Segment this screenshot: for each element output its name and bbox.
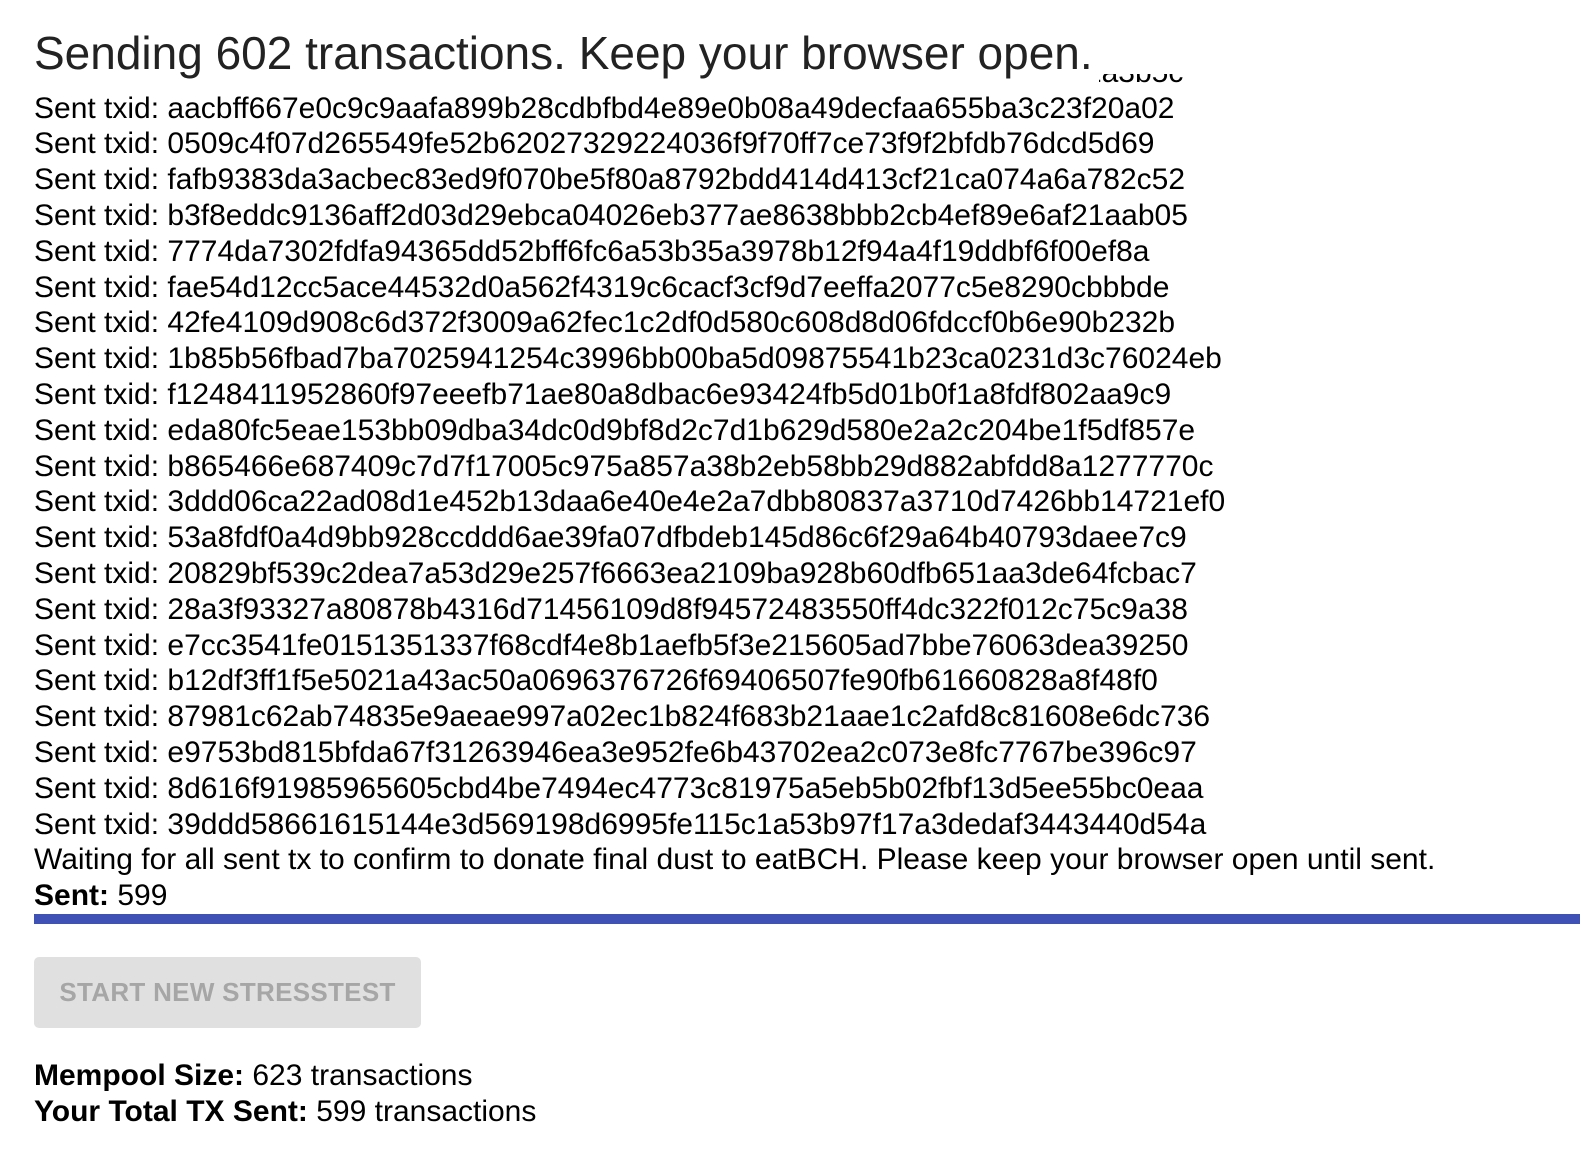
txid-value: fae54d12cc5ace44532d0a562f4319c6cacf3cf9…: [167, 270, 1170, 304]
txid-line: Sent txid: b3f8eddc9136aff2d03d29ebca040…: [34, 198, 1435, 234]
txid-value: 8d616f91985965605cbd4be7494ec4773c81975a…: [167, 771, 1204, 805]
txid-prefix: Sent txid:: [34, 628, 168, 662]
txid-prefix: Sent txid:: [34, 378, 168, 412]
txid-prefix: Sent txid:: [34, 700, 168, 734]
total-tx-sent-value: 599 transactions: [316, 1095, 537, 1128]
transaction-log-content: Sent txid: 2d1bc3e8f04a9b6c7e5d1f0a3b8c2…: [34, 74, 1435, 914]
mempool-size-label: Mempool Size:: [34, 1059, 245, 1092]
txid-prefix: Sent txid:: [34, 163, 168, 197]
txid-line: Sent txid: 8d616f91985965605cbd4be7494ec…: [34, 771, 1435, 807]
txid-value: e7cc3541fe0151351337f68cdf4e8b1aefb5f3e2…: [167, 628, 1189, 662]
progress-bar-fill: [34, 914, 1580, 924]
txid-prefix: Sent txid:: [34, 485, 168, 519]
txid-value: 1b85b56fbad7ba7025941254c3996bb00ba5d098…: [167, 342, 1222, 376]
txid-line: Sent txid: b12df3ff1f5e5021a43ac50a06963…: [34, 663, 1435, 699]
txid-line: Sent txid: 1b85b56fbad7ba7025941254c3996…: [34, 341, 1435, 377]
txid-value: f1248411952860f97eeefb71ae80a8dbac6e9342…: [167, 378, 1172, 412]
txid-value: 53a8fdf0a4d9bb928ccddd6ae39fa07dfbdeb145…: [167, 521, 1187, 555]
txid-prefix: Sent txid:: [34, 592, 168, 626]
page-title: Sending 602 transactions. Keep your brow…: [34, 22, 1099, 84]
stats-panel: Mempool Size: 623 transactions Your Tota…: [34, 1058, 536, 1130]
txid-line: Sent txid: aacbff667e0c9c9aafa899b28cdbf…: [34, 91, 1435, 127]
txid-line: Sent txid: 28a3f93327a80878b4316d7145610…: [34, 592, 1435, 628]
txid-prefix: Sent txid:: [34, 771, 168, 805]
sent-count: Sent: 599: [34, 878, 1435, 914]
txid-prefix: Sent txid:: [34, 557, 168, 591]
txid-value: 7774da7302fdfa94365dd52bff6fc6a53b35a397…: [167, 234, 1150, 268]
txid-line: Sent txid: eda80fc5eae153bb09dba34dc0d9b…: [34, 413, 1435, 449]
txid-value: 0509c4f07d265549fe52b62027329224036f9f70…: [167, 127, 1155, 161]
txid-value: aacbff667e0c9c9aafa899b28cdbfbd4e89e0b08…: [167, 91, 1175, 125]
txid-value: b3f8eddc9136aff2d03d29ebca04026eb377ae86…: [167, 199, 1188, 233]
waiting-message: Waiting for all sent tx to confirm to do…: [34, 843, 1436, 877]
txid-line: Sent txid: fae54d12cc5ace44532d0a562f431…: [34, 270, 1435, 306]
txid-line: Sent txid: 87981c62ab74835e9aeae997a02ec…: [34, 699, 1435, 735]
txid-value: 20829bf539c2dea7a53d29e257f6663ea2109ba9…: [167, 557, 1197, 591]
txid-value: b865466e687409c7d7f17005c975a857a38b2eb5…: [167, 449, 1214, 483]
txid-line: Sent txid: 20829bf539c2dea7a53d29e257f66…: [34, 556, 1435, 592]
txid-line: Sent txid: 0509c4f07d265549fe52b62027329…: [34, 126, 1435, 162]
txid-prefix: Sent txid:: [34, 449, 168, 483]
mempool-size-row: Mempool Size: 623 transactions: [34, 1058, 536, 1094]
txid-list: Sent txid: 2d1bc3e8f04a9b6c7e5d1f0a3b8c2…: [34, 74, 1435, 842]
txid-value: 39ddd58661615144e3d569198d6995fe115c1a53…: [167, 807, 1207, 841]
txid-value: fafb9383da3acbec83ed9f070be5f80a8792bdd4…: [167, 163, 1186, 197]
transaction-log: Sent txid: 2d1bc3e8f04a9b6c7e5d1f0a3b8c2…: [0, 74, 1580, 914]
txid-value: 3ddd06ca22ad08d1e452b13daa6e40e4e2a7dbb8…: [167, 485, 1226, 519]
txid-prefix: Sent txid:: [34, 521, 168, 555]
txid-prefix: Sent txid:: [34, 91, 168, 125]
txid-line: Sent txid: f1248411952860f97eeefb71ae80a…: [34, 377, 1435, 413]
txid-line: Sent txid: e9753bd815bfda67f31263946ea3e…: [34, 735, 1435, 771]
stresstest-page: Sending 602 transactions. Keep your brow…: [0, 0, 1580, 1152]
txid-value: eda80fc5eae153bb09dba34dc0d9bf8d2c7d1b62…: [167, 413, 1196, 447]
sent-value: 599: [117, 879, 168, 913]
txid-prefix: Sent txid:: [34, 736, 168, 770]
txid-prefix: Sent txid:: [34, 664, 168, 698]
start-new-stresstest-button[interactable]: START NEW STRESSTEST: [34, 957, 421, 1028]
total-tx-sent-row: Your Total TX Sent: 599 transactions: [34, 1094, 536, 1130]
txid-prefix: Sent txid:: [34, 306, 168, 340]
txid-line: Sent txid: 7774da7302fdfa94365dd52bff6fc…: [34, 234, 1435, 270]
txid-prefix: Sent txid:: [34, 807, 168, 841]
txid-prefix: Sent txid:: [34, 234, 168, 268]
txid-prefix: Sent txid:: [34, 342, 168, 376]
txid-line: Sent txid: 39ddd58661615144e3d569198d699…: [34, 807, 1435, 843]
txid-line: Sent txid: e7cc3541fe0151351337f68cdf4e8…: [34, 628, 1435, 664]
txid-value: 42fe4109d908c6d372f3009a62fec1c2df0d580c…: [167, 306, 1176, 340]
txid-prefix: Sent txid:: [34, 270, 168, 304]
sent-label: Sent:: [34, 879, 109, 913]
txid-line: Sent txid: b865466e687409c7d7f17005c975a…: [34, 449, 1435, 485]
mempool-size-value: 623 transactions: [252, 1059, 473, 1092]
txid-prefix: Sent txid:: [34, 127, 168, 161]
txid-line: Sent txid: 53a8fdf0a4d9bb928ccddd6ae39fa…: [34, 520, 1435, 556]
txid-value: b12df3ff1f5e5021a43ac50a0696376726f69406…: [167, 664, 1158, 698]
txid-line: Sent txid: 3ddd06ca22ad08d1e452b13daa6e4…: [34, 484, 1435, 520]
txid-value: 28a3f93327a80878b4316d71456109d8f9457248…: [167, 592, 1188, 626]
txid-prefix: Sent txid:: [34, 199, 168, 233]
txid-prefix: Sent txid:: [34, 413, 168, 447]
txid-line: Sent txid: fafb9383da3acbec83ed9f070be5f…: [34, 162, 1435, 198]
txid-value: 87981c62ab74835e9aeae997a02ec1b824f683b2…: [167, 700, 1211, 734]
total-tx-sent-label: Your Total TX Sent:: [34, 1095, 308, 1128]
txid-value: e9753bd815bfda67f31263946ea3e952fe6b4370…: [167, 736, 1197, 770]
progress-bar: [34, 914, 1580, 924]
txid-line: Sent txid: 42fe4109d908c6d372f3009a62fec…: [34, 305, 1435, 341]
